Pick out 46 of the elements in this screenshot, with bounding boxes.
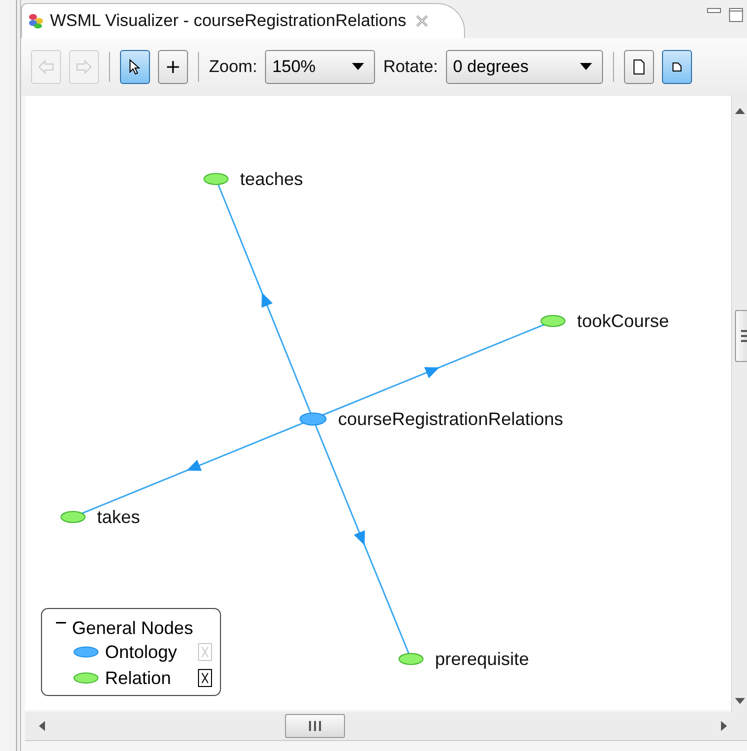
dropdown-caret-icon: [580, 63, 592, 71]
visibility-checkbox[interactable]: [198, 669, 212, 687]
zoom-label: Zoom:: [209, 57, 258, 77]
editor-tab[interactable]: WSML Visualizer - courseRegistrationRelations: [21, 3, 466, 38]
legend-label: Ontology: [105, 642, 178, 662]
back-arrow-icon: [38, 60, 54, 74]
page-icon: [633, 59, 645, 75]
scroll-up-icon[interactable]: [734, 108, 744, 114]
relation-node[interactable]: [398, 653, 424, 665]
tab-title: WSML Visualizer - courseRegistrationRelations: [50, 11, 406, 31]
close-icon[interactable]: [416, 15, 428, 27]
rotate-label: Rotate:: [383, 57, 438, 77]
legend-label: Relation: [105, 668, 172, 688]
scroll-down-icon[interactable]: [734, 698, 744, 704]
page-button[interactable]: [662, 50, 692, 84]
node-label: takes: [97, 507, 140, 527]
dropdown-caret-icon: [352, 63, 364, 71]
scroll-left-icon[interactable]: [39, 721, 45, 731]
ontology-node[interactable]: [300, 412, 326, 426]
plus-icon: [166, 60, 180, 74]
relation-node[interactable]: [204, 173, 228, 185]
node-label: courseRegistrationRelations: [338, 409, 564, 429]
horizontal-scrollbar[interactable]: [25, 712, 747, 741]
node-swatch-icon: [73, 646, 99, 658]
node-label: tookCourse: [577, 311, 670, 331]
scroll-thumb[interactable]: [735, 310, 747, 362]
select-tool-button[interactable]: [120, 50, 150, 84]
small-page-icon: [672, 62, 682, 72]
forward-arrow-icon: [76, 60, 92, 74]
node-label: teaches: [240, 169, 304, 189]
zoom-dropdown[interactable]: 150%: [265, 50, 376, 84]
add-button[interactable]: [158, 50, 188, 84]
maximize-icon[interactable]: [729, 8, 743, 22]
node-label: prerequisite: [435, 649, 530, 669]
pointer-icon: [129, 59, 141, 75]
rotate-dropdown[interactable]: 0 degrees: [446, 50, 603, 84]
relation-node[interactable]: [540, 315, 566, 327]
minimize-icon[interactable]: [707, 8, 721, 14]
scroll-thumb[interactable]: [285, 714, 345, 738]
legend-title: General Nodes: [72, 618, 194, 638]
app-icon: [28, 13, 44, 29]
scroll-right-icon[interactable]: [721, 721, 727, 731]
page-button[interactable]: [624, 50, 654, 84]
relation-node[interactable]: [60, 511, 86, 523]
node-swatch-icon: [73, 672, 99, 684]
collapse-icon[interactable]: [56, 622, 66, 626]
